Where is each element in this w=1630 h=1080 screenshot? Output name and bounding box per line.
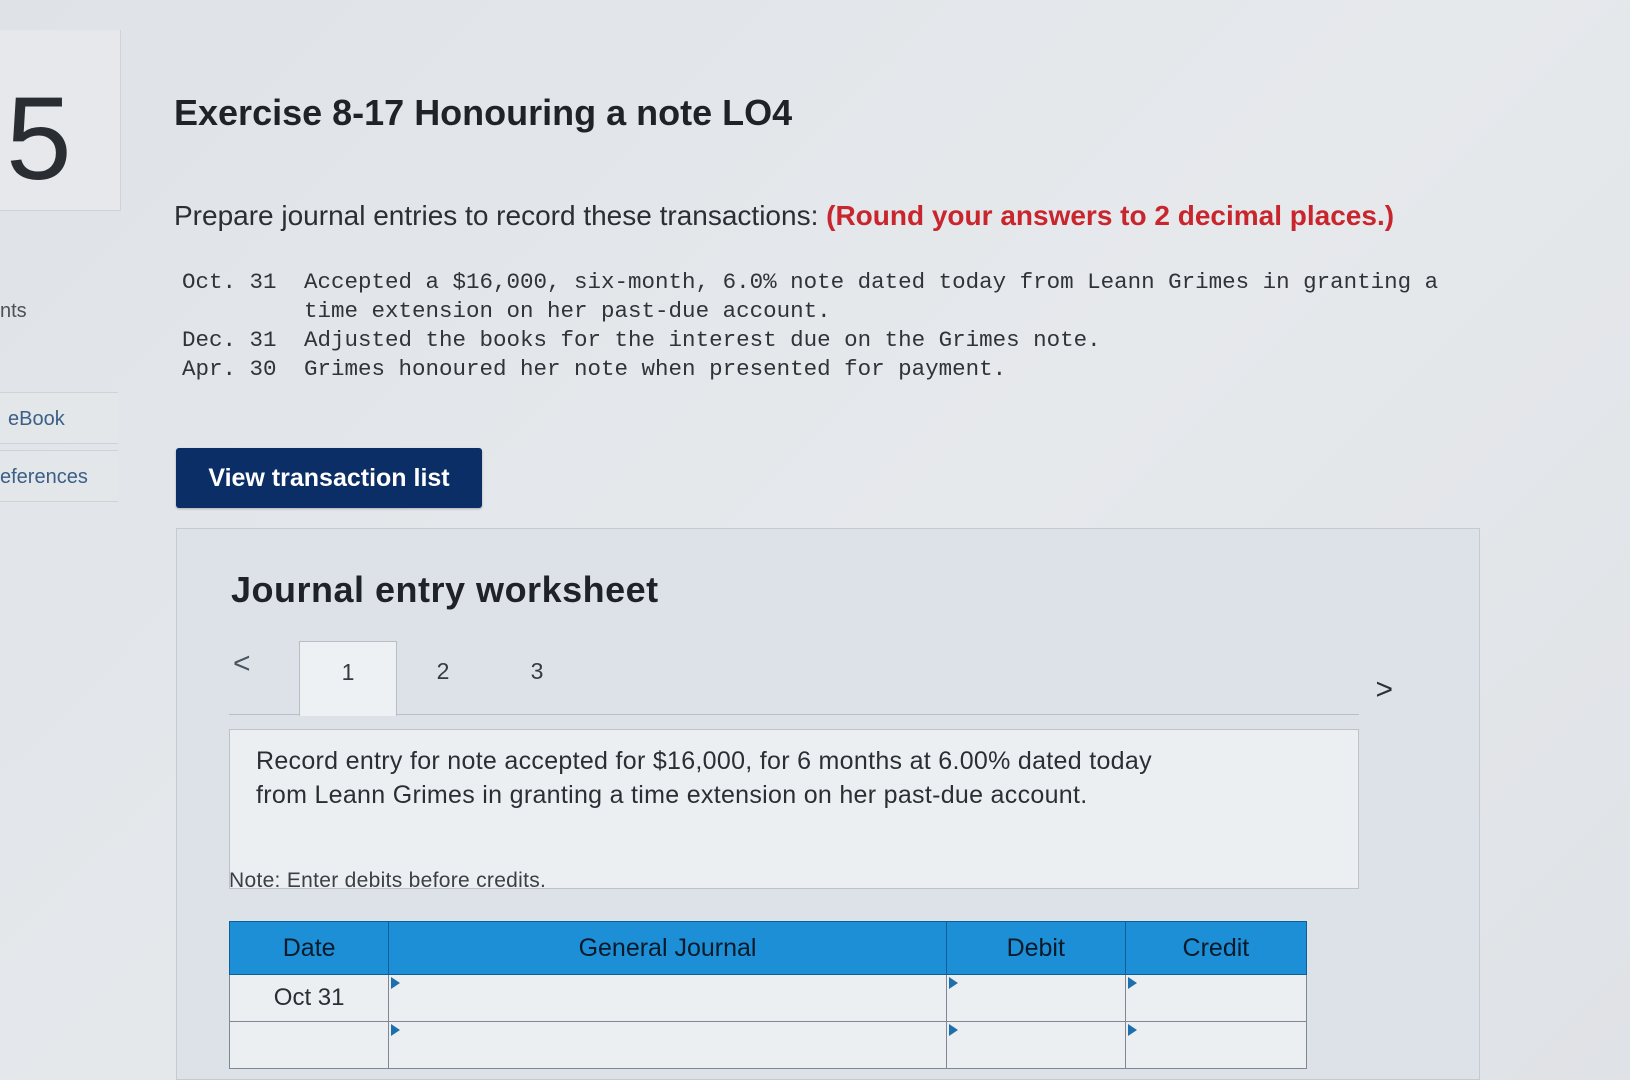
instruction-main: Prepare journal entries to record these …: [174, 200, 819, 231]
transaction-date: Dec. 31: [182, 327, 277, 353]
chevron-left-icon[interactable]: <: [233, 647, 251, 681]
journal-table: Date General Journal Debit Credit Oct 31: [228, 921, 1308, 1069]
input-marker-icon: [1127, 1024, 1137, 1036]
input-marker-icon: [948, 977, 958, 989]
transaction-description: Accepted a $16,000, six-month, 6.0% note…: [304, 269, 1439, 324]
debit-column-header: Debit: [945, 921, 1126, 975]
account-cell[interactable]: [388, 974, 947, 1022]
tab-1[interactable]: 1: [299, 641, 397, 716]
transactions-list: Oct. 31 Accepted a $16,000, six-month, 6…: [182, 268, 1474, 384]
table-row: [228, 1021, 1308, 1069]
worksheet-title: Journal entry worksheet: [231, 569, 659, 610]
input-marker-icon: [948, 1024, 958, 1036]
tab-3[interactable]: 3: [489, 641, 585, 715]
entry-instruction-box: Record entry for note accepted for $16,0…: [229, 729, 1359, 889]
dropdown-marker-icon: [391, 1024, 401, 1036]
debit-cell[interactable]: [945, 1021, 1126, 1069]
instruction-emphasis: (Round your answers to 2 decimal places.…: [826, 200, 1395, 231]
date-cell: [228, 1021, 390, 1069]
dropdown-marker-icon: [391, 977, 401, 989]
references-link[interactable]: eferences: [0, 450, 118, 502]
chevron-right-icon[interactable]: >: [1375, 673, 1393, 707]
transaction-description: Grimes honoured her note when presented …: [304, 356, 1007, 382]
points-label: nts: [0, 300, 27, 322]
view-transaction-list-button[interactable]: View transaction list: [176, 448, 482, 508]
table-header-row: Date General Journal Debit Credit: [228, 921, 1308, 975]
credit-cell[interactable]: [1124, 1021, 1308, 1069]
exercise-title: Exercise 8-17 Honouring a note LO4: [174, 92, 793, 133]
instruction-text: Prepare journal entries to record these …: [174, 200, 1394, 232]
table-row: Oct 31: [228, 974, 1308, 1022]
ebook-link[interactable]: eBook: [0, 392, 118, 444]
transaction-row: Oct. 31 Accepted a $16,000, six-month, 6…: [182, 268, 1474, 326]
date-column-header: Date: [228, 921, 390, 975]
debit-cell[interactable]: [945, 974, 1126, 1022]
input-marker-icon: [1127, 977, 1137, 989]
debits-note: Note: Enter debits before credits.: [229, 869, 547, 892]
date-cell: Oct 31: [228, 974, 390, 1022]
screen: 5 nts eBook eferences Exercise 8-17 Hono…: [0, 0, 1630, 1080]
question-number: 5: [6, 73, 72, 205]
credit-cell[interactable]: [1124, 974, 1308, 1022]
journal-entry-worksheet: Journal entry worksheet < 1 2 3 > Record…: [176, 528, 1480, 1080]
transaction-date: Apr. 30: [182, 356, 277, 382]
tab-divider: [229, 714, 1359, 715]
transaction-row: Apr. 30 Grimes honoured her note when pr…: [182, 355, 1474, 384]
transaction-date: Oct. 31: [182, 269, 277, 295]
tab-2[interactable]: 2: [395, 641, 491, 715]
account-cell[interactable]: [388, 1021, 947, 1069]
transaction-row: Dec. 31 Adjusted the books for the inter…: [182, 326, 1474, 355]
entry-instruction: Record entry for note accepted for $16,0…: [256, 747, 1152, 809]
transaction-description: Adjusted the books for the interest due …: [304, 327, 1101, 353]
general-journal-column-header: General Journal: [388, 921, 947, 975]
credit-column-header: Credit: [1124, 921, 1308, 975]
question-number-box: 5: [0, 30, 121, 211]
